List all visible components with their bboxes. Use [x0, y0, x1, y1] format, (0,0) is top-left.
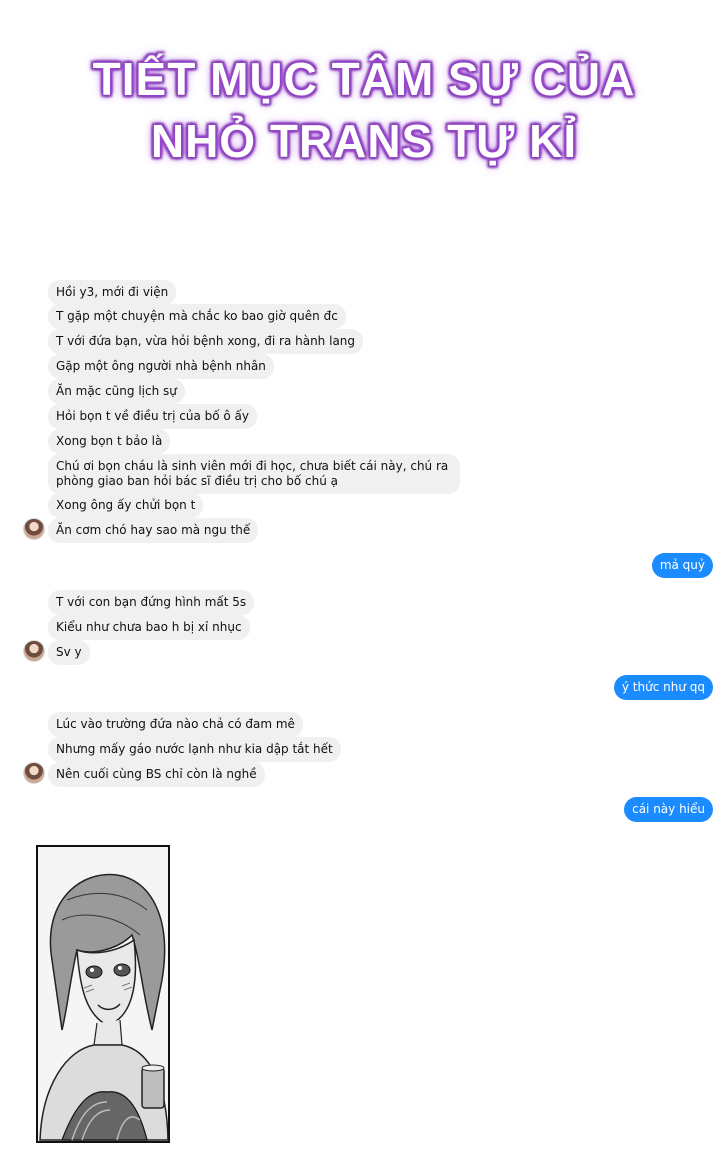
message-bubble: Xong bọn t bảo là — [48, 429, 171, 454]
message-bubble: Ăn mặc cũng lịch sự — [48, 379, 185, 404]
avatar — [23, 518, 45, 540]
message-bubble: Nhưng mấy gáo nước lạnh như kia dập tắt … — [48, 737, 341, 762]
avatar — [23, 640, 45, 662]
manga-panel-illustration — [22, 840, 192, 1145]
message-bubble: Nên cuối cùng BS chỉ còn là nghề — [48, 762, 265, 787]
message-bubble: T với con bạn đứng hình mất 5s — [48, 590, 255, 615]
message-bubble: Gặp một ông người nhà bệnh nhân — [48, 354, 274, 379]
reply-bubble: cái này hiểu — [624, 797, 713, 822]
message-bubble: Ăn cơm chó hay sao mà ngu thế — [48, 518, 259, 543]
message-bubble: Xong ông ấy chửi bọn t — [48, 493, 204, 518]
message-bubble: Lúc vào trường đứa nào chả có đam mê — [48, 712, 303, 737]
reply-bubble: ý thức như qq — [613, 675, 713, 700]
message-bubble: Kiểu như chưa bao h bị xỉ nhục — [48, 615, 250, 640]
message-bubble: Chú ơi bọn cháu là sinh viên mới đi học,… — [48, 454, 460, 494]
message-bubble: T gặp một chuyện mà chắc ko bao giờ quên… — [48, 304, 346, 329]
chat-thread: Hồi y3, mới đi viện T gặp một chuyện mà … — [0, 0, 728, 822]
message-bubble: T với đứa bạn, vừa hỏi bệnh xong, đi ra … — [48, 329, 364, 354]
avatar — [23, 762, 45, 784]
reply-bubble: mả quỷ — [651, 553, 713, 578]
message-bubble: Hỏi bọn t về điều trị của bố ô ấy — [48, 404, 258, 429]
message-bubble: Sv y — [48, 640, 90, 665]
message-bubble: Hồi y3, mới đi viện — [48, 280, 177, 305]
